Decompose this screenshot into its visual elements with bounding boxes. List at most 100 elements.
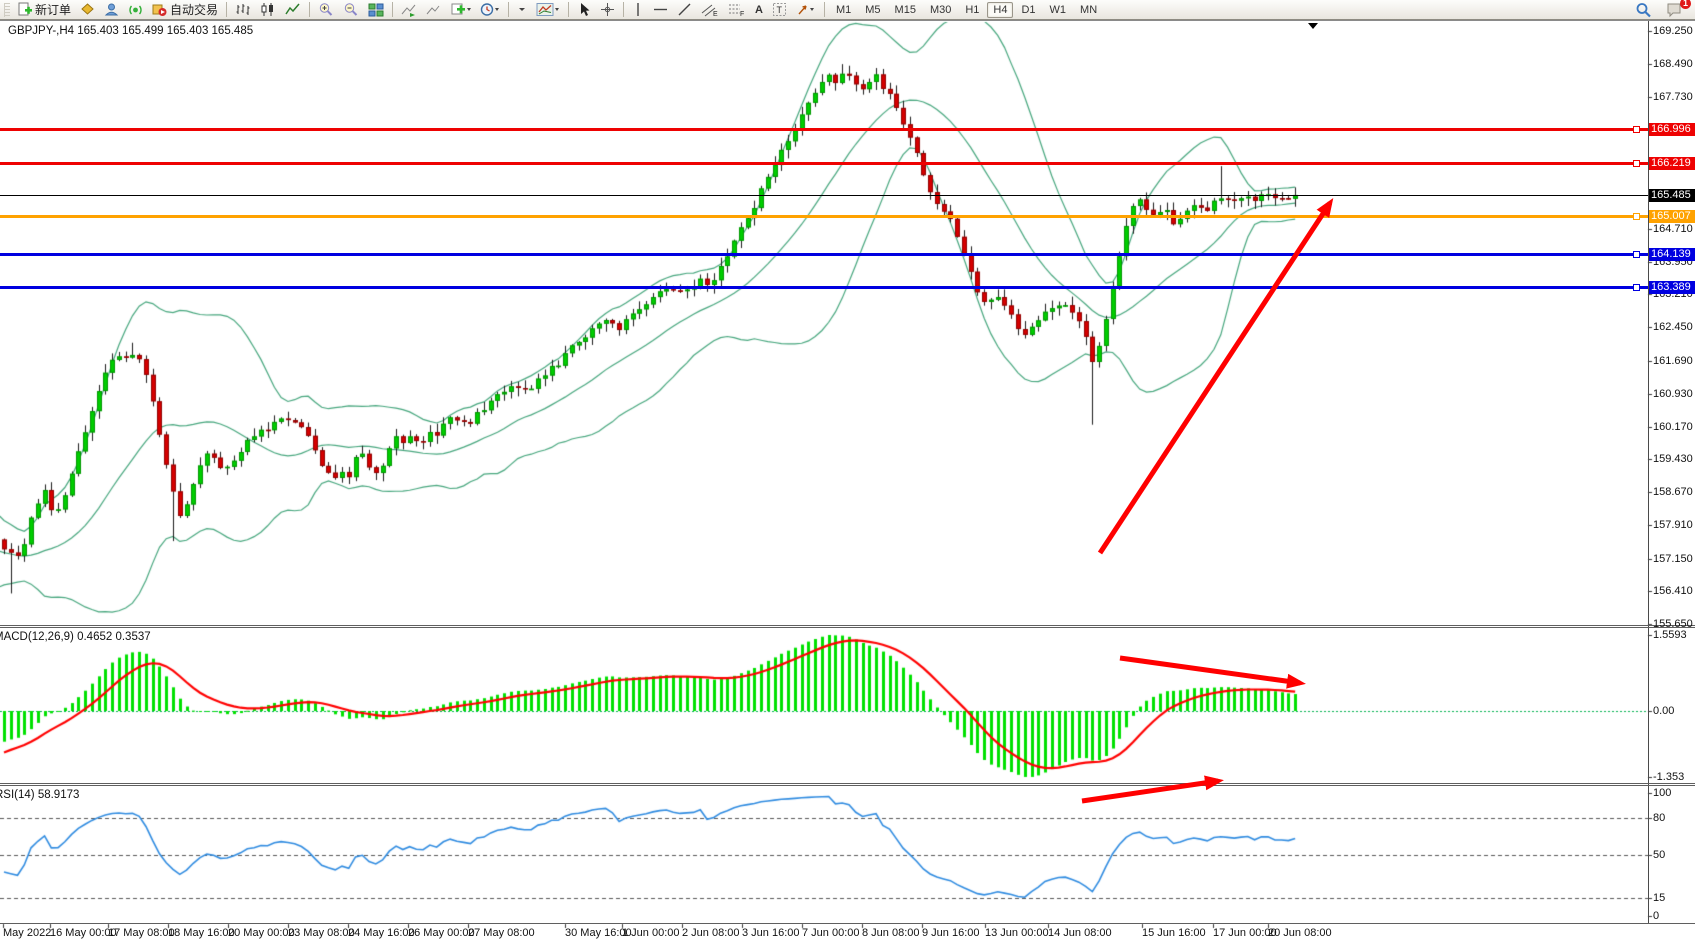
time-axis-label: 13 Jun 00:00	[985, 927, 1049, 939]
new-order-icon	[17, 2, 32, 17]
time-axis-label: 20 Jun 08:00	[1268, 927, 1332, 939]
time-axis-label: 8 Jun 08:00	[862, 927, 920, 939]
time-axis-label: 1 Jun 00:00	[622, 927, 680, 939]
candlestick-chart-icon[interactable]	[256, 1, 280, 18]
auto-trading-icon	[152, 2, 167, 17]
time-axis-label: 27 May 08:00	[468, 927, 535, 939]
new-order-label: 新订单	[35, 1, 71, 18]
period-clock-dropdown[interactable]	[476, 1, 504, 18]
equidistant-channel-icon[interactable]: E	[697, 1, 723, 18]
timeframe-button-H1[interactable]: H1	[959, 2, 985, 18]
crosshair-icon[interactable]	[596, 1, 619, 18]
macd-axis-tick: -1.353	[1653, 771, 1684, 783]
text-label-icon[interactable]: T	[768, 1, 791, 18]
toolbar-separator	[824, 2, 825, 17]
time-axis-label: 26 May 00:00	[408, 927, 475, 939]
svg-text:E: E	[713, 11, 718, 17]
toolbar-separator	[623, 2, 624, 17]
price-tag-166.219: 166.219	[1649, 157, 1695, 170]
hline-support-164139[interactable]	[0, 253, 1648, 256]
price-tag-166.996: 166.996	[1649, 123, 1695, 136]
line-endpoint-handle[interactable]	[1633, 251, 1640, 258]
tile-windows-icon[interactable]	[364, 1, 388, 18]
toolbar-separator	[508, 2, 509, 17]
new-chart-dropdown[interactable]	[447, 1, 475, 18]
chart-shift-icon[interactable]	[422, 1, 446, 18]
notifications-icon[interactable]: 1	[1662, 1, 1687, 18]
timeframe-button-D1[interactable]: D1	[1015, 2, 1041, 18]
timeframe-button-M30[interactable]: M30	[924, 2, 957, 18]
macd-indicator-label: MACD(12,26,9) 0.4652 0.3537	[0, 631, 151, 643]
timeframe-button-M5[interactable]: M5	[859, 2, 886, 18]
indicators-dropdown[interactable]	[532, 1, 564, 18]
price-axis-tick: 157.150	[1653, 553, 1693, 565]
text-icon[interactable]: A	[751, 1, 767, 18]
price-axis-tick: 158.670	[1653, 486, 1693, 498]
hline-resistance-166219[interactable]	[0, 162, 1648, 165]
fibonacci-icon[interactable]: F	[724, 1, 750, 18]
price-tag-165.007: 165.007	[1649, 210, 1695, 223]
line-endpoint-handle[interactable]	[1633, 213, 1640, 220]
time-axis-label: 3 Jun 16:00	[742, 927, 800, 939]
rsi-axis-tick: 80	[1653, 812, 1665, 824]
price-axis-tick: 161.690	[1653, 355, 1693, 367]
arrows-dropdown[interactable]	[792, 1, 820, 18]
cursor-icon[interactable]	[573, 1, 595, 18]
rsi-axis-tick: 0	[1653, 910, 1659, 922]
chart-title: GBPJPY-,H4 165.403 165.499 165.403 165.4…	[8, 25, 253, 37]
horizontal-line-icon[interactable]	[649, 1, 672, 18]
search-icon[interactable]	[1631, 1, 1656, 18]
line-endpoint-handle[interactable]	[1633, 284, 1640, 291]
profile-icon[interactable]	[100, 1, 123, 18]
trendline-icon[interactable]	[673, 1, 696, 18]
data-window-icon[interactable]	[76, 1, 99, 18]
line-endpoint-handle[interactable]	[1633, 160, 1640, 167]
time-axis-label: 24 May 16:00	[348, 927, 415, 939]
price-axis-tick: 164.710	[1653, 223, 1693, 235]
line-chart-icon[interactable]	[281, 1, 305, 18]
time-axis-label: 18 May 16:00	[168, 927, 235, 939]
hline-resistance-166996[interactable]	[0, 128, 1648, 131]
signal-icon[interactable]	[124, 1, 147, 18]
price-axis-tick: 160.170	[1653, 421, 1693, 433]
timeframe-button-W1[interactable]: W1	[1044, 2, 1073, 18]
time-axis-label: 7 Jun 00:00	[802, 927, 860, 939]
toolbar-grip[interactable]	[4, 3, 10, 17]
chart-canvas[interactable]	[0, 0, 1695, 943]
pane-separator-macd-rsi[interactable]	[0, 783, 1695, 784]
zoom-in-icon[interactable]	[314, 1, 338, 18]
timeframe-button-M15[interactable]: M15	[889, 2, 922, 18]
mt4-window: 新订单 自动交易 E F A T	[0, 0, 1695, 943]
pane-separator-main-macd[interactable]	[0, 625, 1695, 626]
timeframe-button-H4[interactable]: H4	[987, 2, 1013, 18]
auto-scroll-icon[interactable]	[397, 1, 421, 18]
pane-separator-macd-rsi[interactable]	[0, 785, 1695, 786]
price-axis-tick: 162.450	[1653, 321, 1693, 333]
timeframe-button-M1[interactable]: M1	[830, 2, 857, 18]
time-axis-border	[0, 923, 1695, 924]
zoom-out-icon[interactable]	[339, 1, 363, 18]
vertical-line-icon[interactable]	[628, 1, 648, 18]
rsi-axis-tick: 15	[1653, 892, 1665, 904]
pane-separator-main-macd[interactable]	[0, 627, 1695, 628]
line-endpoint-handle[interactable]	[1633, 126, 1640, 133]
hline-support-165007[interactable]	[0, 215, 1648, 218]
hline-support-163389[interactable]	[0, 286, 1648, 289]
hline-bid-line-165485[interactable]	[0, 195, 1648, 196]
time-axis-label: 23 May 08:00	[288, 927, 355, 939]
time-axis-label: 17 May 08:00	[108, 927, 175, 939]
new-order-button[interactable]: 新订单	[13, 1, 75, 18]
time-axis-label: 16 May 00:00	[50, 927, 117, 939]
bar-chart-icon[interactable]	[231, 1, 255, 18]
toolbar-separator	[568, 2, 569, 17]
time-axis-label: 2 Jun 08:00	[682, 927, 740, 939]
svg-text:T: T	[776, 5, 782, 15]
rsi-axis-tick: 50	[1653, 849, 1665, 861]
notification-badge: 1	[1680, 0, 1691, 9]
timeframe-button-MN[interactable]: MN	[1074, 2, 1103, 18]
auto-trading-button[interactable]: 自动交易	[148, 1, 222, 18]
chart-shift-marker[interactable]	[1308, 23, 1318, 29]
price-axis-tick: 160.930	[1653, 388, 1693, 400]
templates-dropdown[interactable]	[513, 1, 531, 18]
toolbar-separator	[309, 2, 310, 17]
